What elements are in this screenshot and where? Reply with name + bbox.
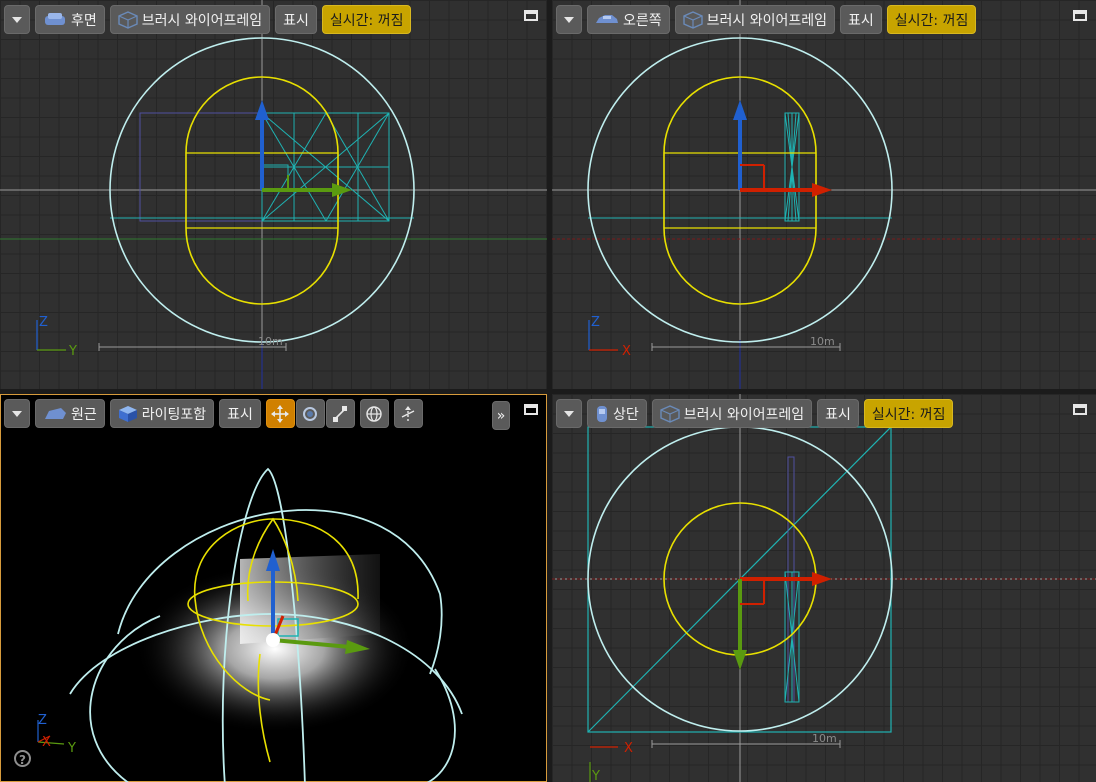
rotate-icon [303,406,318,421]
help-icon[interactable]: ? [14,750,31,767]
chevron-down-icon [564,16,574,23]
viewport-right[interactable]: Z X 10m 오른쪽 브러시 와이어프레임 표시 실시간: 꺼짐 [552,0,1096,389]
viewport-toolbar: 후면 브러시 와이어프레임 표시 실시간: 꺼짐 [4,4,412,35]
realtime-toggle[interactable]: 실시간: 꺼짐 [863,399,954,428]
surface-snap-toggle[interactable] [393,399,423,428]
view-type-label: 상단 [613,406,639,423]
view-type-label: 후면 [71,12,97,29]
perspective-scene: Z X Y [37,467,463,782]
world-local-toggle[interactable] [359,399,389,428]
brush-box-outline [139,112,263,222]
translate-tool-button[interactable] [265,399,295,428]
toolbar-expand-button[interactable]: » [492,401,510,430]
move-arrows-icon [271,404,290,423]
maximize-viewport-icon[interactable] [524,10,538,21]
viewport-options-dropdown[interactable] [556,5,582,34]
show-flags-button[interactable]: 표시 [275,5,317,34]
car-top-icon [597,405,607,422]
viewport-toolbar: 오른쪽 브러시 와이어프레임 표시 실시간: 꺼짐 [556,4,977,35]
scale-icon [333,405,348,422]
back-scene: Z Y 10m [0,0,547,389]
right-scene: Z X 10m [552,0,1096,389]
axis-y-label: Y [68,344,77,359]
axis-x-label: X [624,741,633,756]
maximize-viewport-icon[interactable] [1073,10,1087,21]
chevron-down-icon [12,16,22,23]
axis-z-label: Z [38,713,47,728]
show-flags-button[interactable]: 표시 [817,399,859,428]
view-mode-button[interactable]: 브러시 와이어프레임 [651,399,813,428]
car-side-icon [596,14,618,23]
axis-z-label: Z [591,315,600,330]
realtime-label: 실시간: 꺼짐 [871,406,946,423]
view-mode-label: 브러시 와이어프레임 [141,12,263,29]
realtime-label: 실시간: 꺼짐 [894,12,969,29]
axis-x-label: X [42,735,51,750]
view-mode-button[interactable]: 라이팅포함 [109,399,215,428]
view-mode-button[interactable]: 브러시 와이어프레임 [674,5,836,34]
view-type-button[interactable]: 원근 [35,399,105,428]
lit-wall [240,554,380,644]
view-mode-button[interactable]: 브러시 와이어프레임 [109,5,271,34]
scale-label: 10m [810,335,835,348]
view-type-button[interactable]: 상단 [587,399,647,428]
view-mode-label: 브러시 와이어프레임 [706,12,828,29]
show-flags-label: 표시 [848,12,874,29]
viewport-perspective[interactable]: Z X Y 원근 라이팅포함 표시 » ? [0,394,547,782]
viewport-toolbar: 상단 브러시 와이어프레임 표시 실시간: 꺼짐 [556,398,954,429]
axis-y-label: Y [591,769,600,782]
perspective-car-icon [45,407,66,419]
rotate-tool-button[interactable] [295,399,325,428]
show-flags-label: 표시 [825,406,851,423]
top-scene: X Y 10m [552,394,1096,782]
trigger-box-wire [784,571,800,703]
show-flags-label: 표시 [227,406,253,423]
expand-label: » [496,407,506,424]
maximize-viewport-icon[interactable] [1073,404,1087,415]
view-type-label: 오른쪽 [623,12,662,29]
viewport-options-dropdown[interactable] [556,399,582,428]
scale-tool-button[interactable] [325,399,355,428]
viewport-toolbar: 원근 라이팅포함 표시 [4,398,423,429]
lit-cube-icon [118,405,137,422]
wireframe-cube-icon [682,10,703,29]
view-type-label: 원근 [71,406,97,423]
wireframe-cube-icon [118,10,138,29]
chevron-down-icon [12,410,22,417]
chevron-down-icon [564,410,574,417]
view-type-button[interactable]: 후면 [35,5,105,34]
maximize-viewport-icon[interactable] [524,404,538,415]
realtime-toggle[interactable]: 실시간: 꺼짐 [886,5,977,34]
scale-label: 10m [258,335,283,348]
axis-y-label: Y [67,741,76,756]
realtime-toggle[interactable]: 실시간: 꺼짐 [321,5,412,34]
view-mode-label: 라이팅포함 [141,406,207,423]
wireframe-cube-icon [660,404,680,423]
view-mode-label: 브러시 와이어프레임 [683,406,805,423]
view-type-button[interactable]: 오른쪽 [587,5,670,34]
show-flags-button[interactable]: 표시 [840,5,882,34]
trigger-box-wire [261,112,390,222]
viewport-options-dropdown[interactable] [4,399,30,428]
gizmo-plane-marker [261,164,289,191]
viewport-options-dropdown[interactable] [4,5,30,34]
show-flags-label: 표시 [283,12,309,29]
car-back-icon [45,12,65,25]
viewport-back[interactable]: Z Y 10m 후면 브러시 와이어프레임 표시 실시간: 꺼짐 [0,0,547,389]
globe-icon [366,405,383,422]
gizmo-pivot [266,633,280,647]
realtime-label: 실시간: 꺼짐 [329,12,404,29]
axis-x-label: X [622,344,631,359]
trigger-box-wire [784,112,800,222]
transform-mode-group [265,399,355,428]
surface-snap-icon [402,405,415,421]
show-flags-button[interactable]: 표시 [219,399,261,428]
axis-z-label: Z [39,315,48,330]
viewport-top[interactable]: X Y 10m 상단 브러시 와이어프레임 표시 실시간: 꺼짐 [552,394,1096,782]
scale-label: 10m [812,732,837,745]
